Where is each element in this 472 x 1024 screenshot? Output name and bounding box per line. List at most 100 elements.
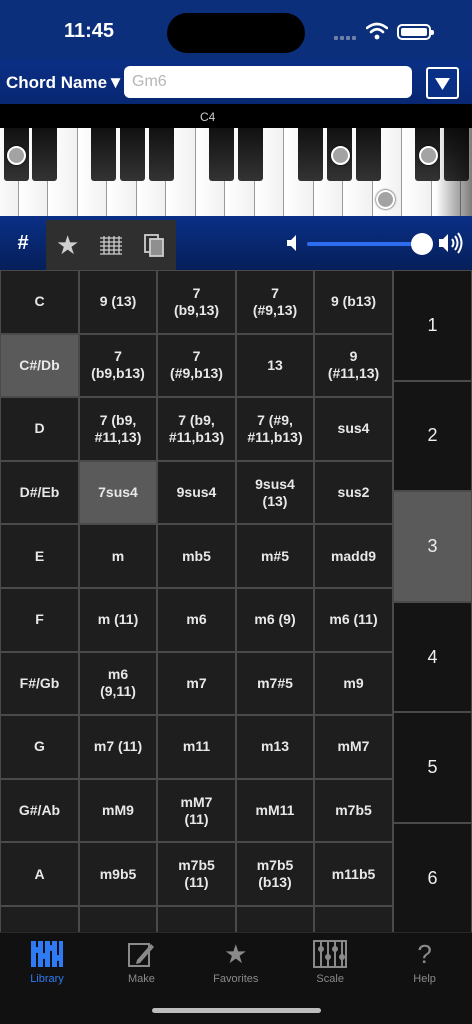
black-key[interactable] xyxy=(149,128,174,181)
page-button-2[interactable]: 2 xyxy=(393,380,472,492)
root-note-7[interactable]: G xyxy=(0,715,79,779)
chord-cell[interactable]: m6 (11) xyxy=(314,588,393,652)
chord-cell[interactable]: mb5 xyxy=(157,524,236,588)
root-note-0[interactable]: C xyxy=(0,270,79,334)
tab-library[interactable]: Library xyxy=(0,933,94,993)
tab-help[interactable]: ? Help xyxy=(378,933,472,993)
page-button-4[interactable]: 4 xyxy=(393,601,472,713)
root-note-3[interactable]: D#/Eb xyxy=(0,460,79,525)
piano-keyboard[interactable] xyxy=(0,128,472,216)
signal-icon xyxy=(334,36,356,40)
keyboard-edge-shade xyxy=(436,128,472,216)
chord-cell[interactable]: 7 (b9,b13) xyxy=(79,333,157,398)
black-key[interactable] xyxy=(120,128,145,181)
piano-header: C4 xyxy=(0,104,472,128)
root-note-8[interactable]: G#/Ab xyxy=(0,778,79,843)
tab-label: Scale xyxy=(316,973,344,985)
copy-icon[interactable] xyxy=(133,220,176,270)
root-note-1[interactable]: C#/Db xyxy=(0,333,79,398)
chord-cell[interactable]: sus2 xyxy=(314,460,393,525)
chord-cell[interactable]: m7b5 xyxy=(314,778,393,843)
chord-cell[interactable]: m11b5 xyxy=(314,842,393,906)
volume-low-icon xyxy=(287,235,296,251)
chord-cell[interactable]: 7 (#9, #11,b13) xyxy=(236,397,314,461)
volume-slider[interactable] xyxy=(307,242,425,246)
chord-cell[interactable]: m xyxy=(79,524,157,588)
octave-label: C4 xyxy=(200,110,216,124)
root-note-5[interactable]: F xyxy=(0,588,79,652)
chord-cell[interactable]: 13 xyxy=(236,333,314,398)
black-key[interactable] xyxy=(356,128,381,181)
chord-cell[interactable]: m6 xyxy=(157,588,236,652)
tab-favorites[interactable]: ★ Favorites xyxy=(189,933,283,993)
chord-cell[interactable]: 7 (#9,b13) xyxy=(157,333,236,398)
black-key[interactable] xyxy=(32,128,57,181)
chord-cell[interactable]: sus4 xyxy=(314,397,393,461)
chord-grid: C9 (13) 7 (b9,13) 7 (#9,13) 9 (b13) C#/Db 7 (… xyxy=(0,270,472,932)
chord-cell[interactable]: m7 xyxy=(157,651,236,716)
chord-cell[interactable]: dim (11) xyxy=(314,906,393,932)
library-icon xyxy=(0,939,94,969)
tab-label: Library xyxy=(30,973,64,985)
chord-cell[interactable]: m9 xyxy=(314,651,393,716)
status-time: 11:45 xyxy=(64,20,115,42)
tab-scale[interactable]: Scale xyxy=(283,933,377,993)
root-note-9[interactable]: A xyxy=(0,842,79,906)
chord-cell[interactable]: 7sus4 xyxy=(79,460,157,525)
root-note-2[interactable]: D xyxy=(0,397,79,461)
chord-cell[interactable]: dim 9 xyxy=(236,906,314,932)
pressed-note-marker xyxy=(376,190,395,209)
chord-cell[interactable]: dim M7 xyxy=(157,906,236,932)
chord-name-menu[interactable]: Chord Name▼ xyxy=(6,73,124,93)
favorite-star-icon[interactable]: ★ xyxy=(46,220,89,270)
root-note-4[interactable]: E xyxy=(0,524,79,588)
chord-cell[interactable]: madd9 xyxy=(314,524,393,588)
notation-icon[interactable] xyxy=(89,220,132,270)
black-key[interactable] xyxy=(298,128,323,181)
chord-cell[interactable]: m7#5 xyxy=(236,651,314,716)
page-button-5[interactable]: 5 xyxy=(393,712,472,823)
root-note-6[interactable]: F#/Gb xyxy=(0,651,79,716)
chord-cell[interactable]: mM7 xyxy=(314,715,393,779)
chord-cell[interactable]: mM11 xyxy=(236,778,314,843)
chord-cell[interactable]: mM9 xyxy=(79,778,157,843)
chord-cell[interactable]: 7 (b9, #11,b13) xyxy=(157,397,236,461)
chord-cell[interactable]: m (11) xyxy=(79,588,157,652)
sharp-toggle[interactable]: # xyxy=(0,216,46,270)
tab-label: Make xyxy=(127,973,155,985)
chord-cell[interactable]: 9sus4 xyxy=(157,460,236,525)
chord-cell[interactable]: dim xyxy=(79,906,157,932)
chord-cell[interactable]: 9 (#11,13) xyxy=(314,333,393,398)
chord-cell[interactable]: 7 (b9, #11,13) xyxy=(79,397,157,461)
pressed-note-marker xyxy=(331,146,350,165)
black-key[interactable] xyxy=(91,128,116,181)
chord-cell[interactable]: 7 (b9,13) xyxy=(157,270,236,334)
black-key[interactable] xyxy=(209,128,234,181)
chord-cell[interactable]: m#5 xyxy=(236,524,314,588)
chord-cell[interactable]: mM7 (11) xyxy=(157,778,236,843)
page-button-6[interactable]: 6 xyxy=(393,823,472,932)
chord-cell[interactable]: 9 (b13) xyxy=(314,270,393,334)
chord-cell[interactable]: m9b5 xyxy=(79,842,157,906)
chord-cell[interactable]: m7b5 (11) xyxy=(157,842,236,906)
chord-cell[interactable]: m7b5 (b13) xyxy=(236,842,314,906)
battery-icon xyxy=(397,24,434,40)
tab-make[interactable]: Make xyxy=(94,933,188,993)
chord-cell[interactable]: m13 xyxy=(236,715,314,779)
page-button-1[interactable]: 1 xyxy=(393,270,472,381)
black-key[interactable] xyxy=(238,128,263,181)
chord-dropdown-button[interactable] xyxy=(426,67,459,99)
page-button-3[interactable]: 3 xyxy=(393,491,472,602)
star-icon: ★ xyxy=(224,938,248,969)
root-note-10[interactable]: A#/Bb xyxy=(0,906,79,932)
chord-name-field[interactable]: Gm6 xyxy=(124,66,412,98)
chord-cell[interactable]: 9sus4 (13) xyxy=(236,460,314,525)
chord-cell[interactable]: m6 (9,11) xyxy=(79,651,157,716)
chord-cell[interactable]: m6 (9) xyxy=(236,588,314,652)
chord-cell[interactable]: m11 xyxy=(157,715,236,779)
volume-slider-knob[interactable] xyxy=(411,233,433,255)
chord-cell[interactable]: m7 (11) xyxy=(79,715,157,779)
chord-cell[interactable]: 9 (13) xyxy=(79,270,157,334)
volume-high-icon xyxy=(439,232,463,254)
chord-cell[interactable]: 7 (#9,13) xyxy=(236,270,314,334)
